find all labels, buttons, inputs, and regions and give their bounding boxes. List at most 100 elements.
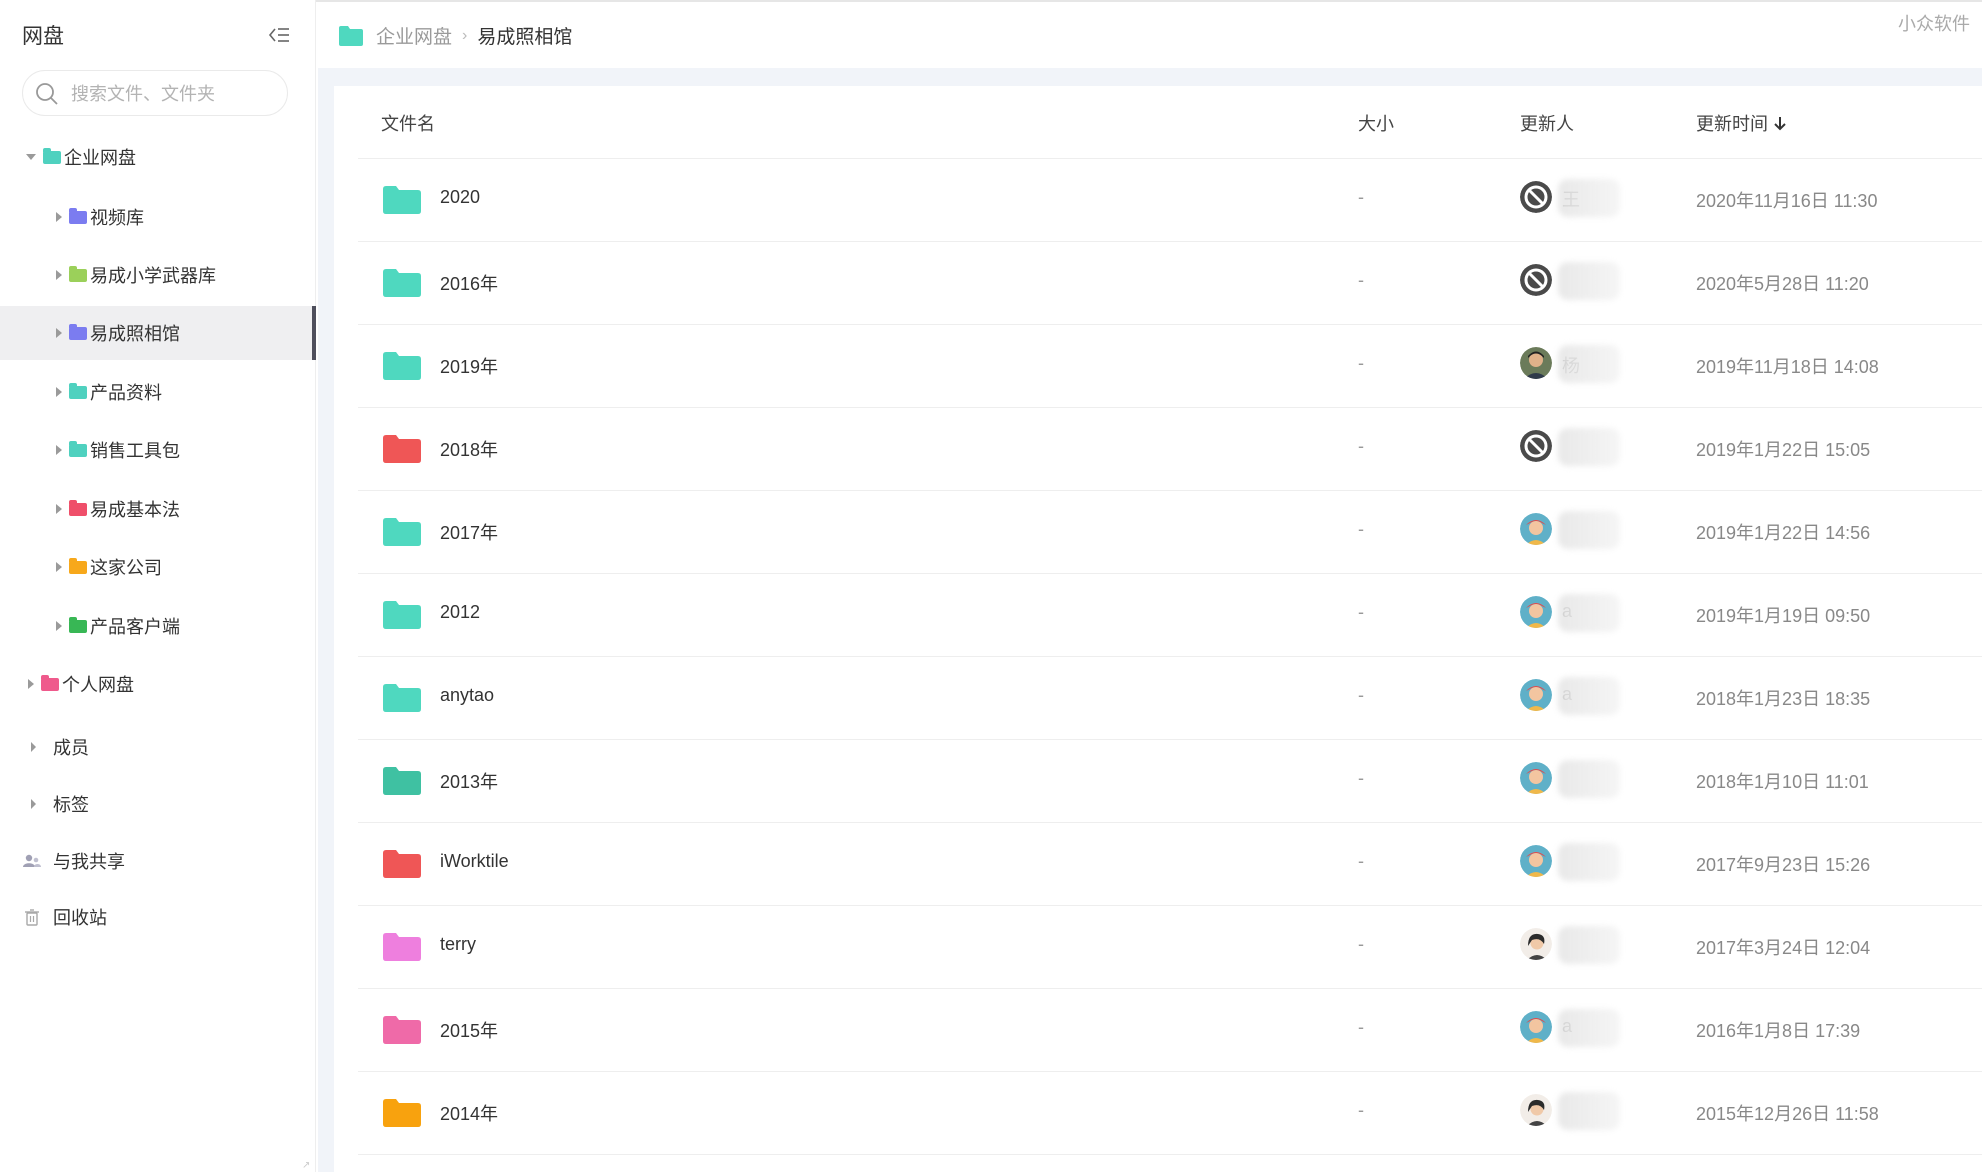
table-row[interactable]: 2012-a2019年1月19日 09:50 [358, 574, 1982, 657]
table-row[interactable]: terry - 2017年3月24日 12:04 [358, 906, 1982, 989]
column-header-updater[interactable]: 更新人 [1520, 110, 1574, 136]
tree-item-label: 产品客户端 [90, 617, 180, 637]
tree-item-basic-rules[interactable]: 易成基本法 [0, 482, 316, 536]
tree-item-video-library[interactable]: 视频库 [0, 190, 316, 244]
file-size: - [1358, 685, 1364, 705]
redacted-name-blur [1558, 428, 1620, 466]
folder-icon [383, 767, 421, 795]
avatar [1520, 762, 1552, 794]
caret-right-icon[interactable] [28, 679, 34, 689]
avatar [1520, 347, 1552, 379]
file-name[interactable]: 2015年 [440, 1017, 498, 1043]
caret-right-icon [31, 742, 36, 752]
folder-icon [69, 382, 87, 399]
search-input[interactable] [69, 80, 273, 108]
column-header-time[interactable]: 更新时间 [1696, 110, 1788, 136]
folder-icon [383, 601, 421, 629]
table-row[interactable]: 2014年 - 2015年12月26日 11:58 [358, 1072, 1982, 1155]
caret-right-icon[interactable] [56, 212, 62, 222]
file-size: - [1358, 602, 1364, 622]
search-icon [36, 83, 58, 105]
collapse-sidebar-icon[interactable] [266, 22, 292, 48]
sidebar: 网盘 企业网盘 视频库 易成小学武器库 易成照相馆 [0, 0, 316, 1172]
table-row[interactable]: 2016年 - 2020年5月28日 11:20 [358, 242, 1982, 325]
avatar [1520, 1094, 1552, 1126]
updated-time: 2019年1月19日 09:50 [1696, 606, 1871, 626]
avatar [1520, 513, 1552, 545]
file-name[interactable]: 2014年 [440, 1100, 498, 1126]
file-name[interactable]: anytao [440, 685, 494, 706]
table-row[interactable]: iWorktile - 2017年9月23日 15:26 [358, 823, 1982, 906]
folder-icon [69, 265, 87, 282]
tree-item-label: 易成小学武器库 [90, 266, 216, 286]
breadcrumb-root[interactable]: 企业网盘 [376, 22, 452, 49]
resize-handle-icon[interactable]: ↗ [302, 1160, 310, 1171]
tree-item-label: 企业网盘 [64, 148, 136, 168]
nav-label: 与我共享 [53, 852, 125, 872]
caret-right-icon[interactable] [56, 270, 62, 280]
tree-item-enterprise-drive[interactable]: 企业网盘 [0, 130, 316, 184]
avatar [1520, 430, 1552, 462]
trash-icon [25, 909, 39, 926]
folder-icon [383, 1016, 421, 1044]
tree-item-this-company[interactable]: 这家公司 [0, 540, 316, 594]
caret-right-icon[interactable] [56, 504, 62, 514]
nav-members[interactable]: 成员 [0, 722, 316, 772]
file-name[interactable]: 2016年 [440, 270, 498, 296]
caret-right-icon[interactable] [56, 445, 62, 455]
folder-icon [43, 147, 61, 164]
tree-item-product-client[interactable]: 产品客户端 [0, 599, 316, 653]
caret-right-icon[interactable] [56, 328, 62, 338]
column-header-name[interactable]: 文件名 [381, 110, 435, 136]
descending-arrow-icon [1774, 117, 1786, 131]
updated-time: 2019年1月22日 14:56 [1696, 523, 1871, 543]
caret-down-icon[interactable] [26, 154, 36, 160]
folder-icon [69, 557, 87, 574]
tree-item-label: 产品资料 [90, 383, 162, 403]
updated-time: 2018年1月10日 11:01 [1696, 772, 1869, 792]
table-row[interactable]: 2015年-a2016年1月8日 17:39 [358, 989, 1982, 1072]
table-row[interactable]: 2017年 - 2019年1月22日 14:56 [358, 491, 1982, 574]
tree-item-product-docs[interactable]: 产品资料 [0, 365, 316, 419]
avatar [1520, 181, 1552, 213]
caret-right-icon[interactable] [56, 621, 62, 631]
file-size: - [1358, 436, 1364, 456]
column-header-size[interactable]: 大小 [1358, 110, 1394, 136]
tree-item-sales-toolkit[interactable]: 销售工具包 [0, 423, 316, 477]
file-name[interactable]: 2019年 [440, 353, 498, 379]
caret-right-icon[interactable] [56, 562, 62, 572]
tree-item-label: 个人网盘 [62, 675, 134, 695]
table-row[interactable]: 2018年 - 2019年1月22日 15:05 [358, 408, 1982, 491]
shared-users-icon [23, 854, 41, 867]
file-name[interactable]: 2020 [440, 187, 480, 208]
folder-icon [69, 207, 87, 224]
tree-item-photo-studio[interactable]: 易成照相馆 [0, 306, 316, 360]
table-row[interactable]: 2013年 - 2018年1月10日 11:01 [358, 740, 1982, 823]
tree-item-weapon-library[interactable]: 易成小学武器库 [0, 248, 316, 302]
file-size: - [1358, 270, 1364, 290]
breadcrumb-separator: › [462, 26, 468, 44]
nav-tags[interactable]: 标签 [0, 779, 316, 829]
column-header-time-label: 更新时间 [1696, 114, 1768, 134]
table-row[interactable]: anytao-a2018年1月23日 18:35 [358, 657, 1982, 740]
table-row[interactable]: 2019年-杨2019年11月18日 14:08 [358, 325, 1982, 408]
file-name[interactable]: 2013年 [440, 768, 498, 794]
tree-item-personal-drive[interactable]: 个人网盘 [0, 657, 316, 711]
top-divider [316, 0, 1982, 2]
file-size: - [1358, 353, 1364, 373]
file-name[interactable]: terry [440, 934, 476, 955]
caret-right-icon[interactable] [56, 387, 62, 397]
sidebar-title: 网盘 [22, 25, 64, 48]
file-name[interactable]: 2017年 [440, 519, 498, 545]
file-size: - [1358, 519, 1364, 539]
avatar [1520, 928, 1552, 960]
file-name[interactable]: 2012 [440, 602, 480, 623]
file-name[interactable]: iWorktile [440, 851, 509, 872]
redacted-name-blur [1558, 1009, 1620, 1047]
file-name[interactable]: 2018年 [440, 436, 498, 462]
nav-shared-with-me[interactable]: 与我共享 [0, 836, 316, 886]
redacted-name-blur [1558, 594, 1620, 632]
redacted-name-blur [1558, 511, 1620, 549]
table-row[interactable]: 2020-王2020年11月16日 11:30 [358, 159, 1982, 242]
nav-recycle-bin[interactable]: 回收站 [0, 892, 316, 942]
